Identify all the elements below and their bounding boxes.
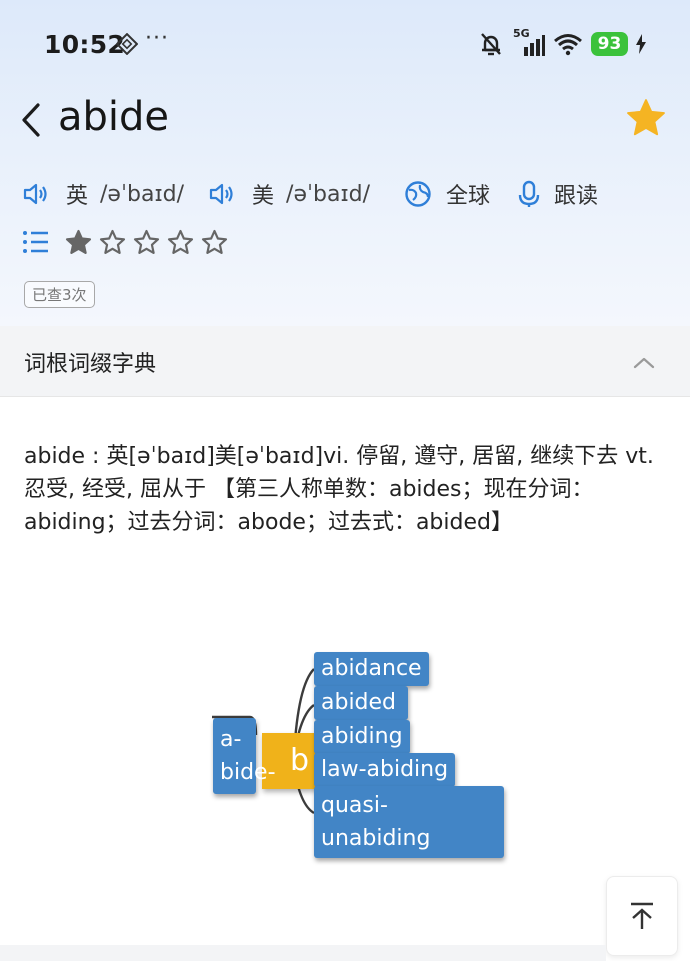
root-affix-section-header[interactable]: 词根词缀字典 [0, 326, 690, 397]
us-ipa: /əˈbaɪd/ [286, 181, 371, 207]
star-outline-icon[interactable] [200, 228, 229, 257]
globe-icon [405, 181, 431, 207]
wifi-icon [554, 34, 582, 56]
mind-map[interactable]: b a- bide- abidance abided abiding law-a… [210, 645, 510, 865]
status-right-group: 5G 93 [477, 27, 646, 58]
status-time: 10:52 [44, 30, 126, 59]
cellular-signal-icon: 5G [513, 27, 545, 57]
star-filled-icon[interactable] [64, 228, 93, 257]
speaker-icon [209, 183, 233, 205]
global-pronunciation-button[interactable]: 全球 [404, 178, 490, 210]
lookup-count-badge: 已查3次 [24, 281, 95, 308]
mind-map-child-node[interactable]: law-abiding [314, 753, 456, 787]
chevron-left-icon [22, 103, 40, 137]
uk-ipa: /əˈbaɪd/ [100, 181, 185, 207]
favorite-button[interactable] [624, 96, 668, 140]
rating-stars[interactable] [64, 228, 234, 257]
us-pronunciation[interactable]: 美 /əˈbaɪd/ [208, 178, 370, 210]
microphone-icon [518, 180, 540, 207]
uk-label: 英 [66, 184, 89, 209]
status-bar: 10:52 ··· 5G 93 [0, 0, 690, 88]
list-icon[interactable] [22, 229, 50, 255]
back-button[interactable] [20, 100, 50, 140]
speaker-icon [23, 183, 47, 205]
global-label: 全球 [446, 184, 491, 209]
us-label: 美 [252, 184, 275, 209]
mute-bell-icon [481, 33, 501, 56]
star-outline-icon[interactable] [132, 228, 161, 257]
charging-bolt-icon [636, 34, 646, 54]
bottom-section-edge [0, 945, 606, 961]
arrow-up-to-top-icon [631, 902, 653, 929]
star-outline-icon[interactable] [98, 228, 127, 257]
mind-map-child-node[interactable]: abidance [314, 652, 429, 686]
uk-pronunciation[interactable]: 英 /əˈbaɪd/ [22, 178, 184, 210]
page-title: abide [58, 94, 170, 140]
mind-map-child-node[interactable]: quasi- unabiding [314, 786, 504, 858]
diamond-app-icon [116, 33, 138, 55]
mind-map-child-node[interactable]: abiding [314, 720, 410, 754]
status-more-icon: ··· [145, 26, 169, 51]
definition-text: abide : 英[əˈbaɪd]美[əˈbaɪd]vi. 停留, 遵守, 居留… [24, 444, 661, 535]
mind-map-child-node[interactable]: abided [314, 686, 408, 720]
back-to-top-button[interactable] [606, 876, 678, 956]
chevron-up-icon[interactable] [630, 350, 658, 374]
battery-indicator: 93 [591, 32, 628, 56]
rating-row [22, 224, 234, 260]
section-title: 词根词缀字典 [24, 352, 157, 377]
follow-label: 跟读 [554, 184, 599, 209]
mind-map-left-node[interactable]: a- bide- [213, 718, 276, 794]
star-outline-icon[interactable] [166, 228, 195, 257]
star-filled-icon [627, 99, 665, 136]
follow-read-button[interactable]: 跟读 [518, 178, 598, 210]
pronunciation-row: 英 /əˈbaɪd/ 美 /əˈbaɪd/ 全球 跟读 [22, 174, 626, 214]
